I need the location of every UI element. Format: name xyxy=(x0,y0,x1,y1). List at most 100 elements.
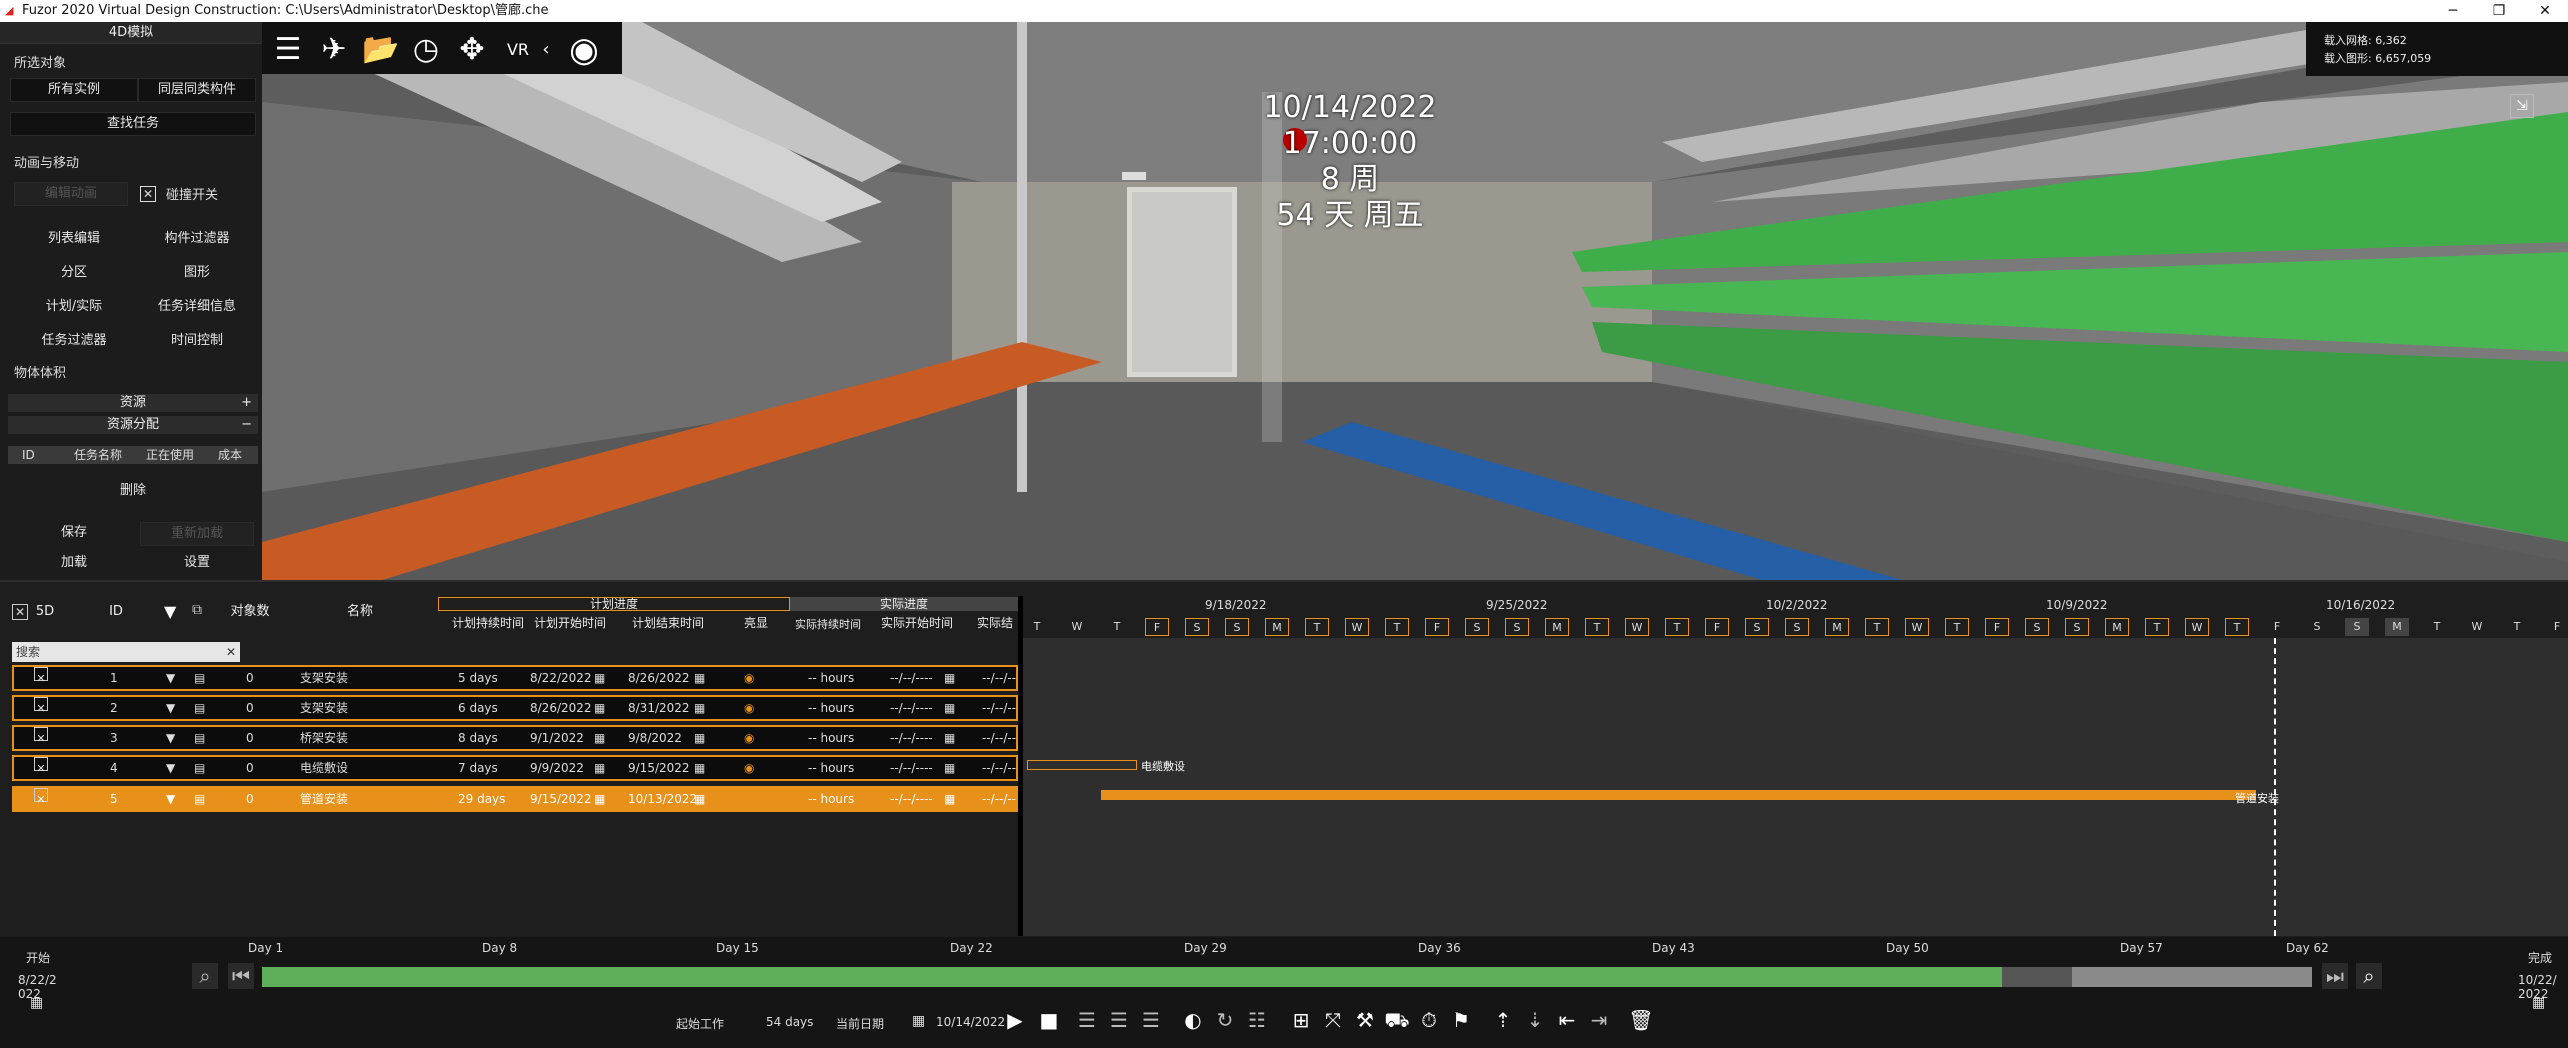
end-calendar-icon[interactable]: ▦ xyxy=(2532,995,2545,1011)
clear-search-icon[interactable]: ✕ xyxy=(226,642,236,662)
flag-icon[interactable]: ⚑ xyxy=(1448,1007,1474,1033)
collision-checkbox[interactable]: ✕ xyxy=(140,186,156,202)
reload-button[interactable]: 重新加载 xyxy=(140,522,254,546)
calendar-icon[interactable]: ▦ xyxy=(912,1013,925,1029)
calendar-icon[interactable]: ▦ xyxy=(944,697,955,719)
col-id[interactable]: ID xyxy=(96,598,136,626)
document-icon[interactable]: ▤ xyxy=(194,727,205,749)
eye-icon[interactable]: ◉ xyxy=(566,32,602,68)
add-task-icon[interactable]: ⊞ xyxy=(1288,1007,1314,1033)
task-checkbox[interactable]: ✕ xyxy=(34,788,48,806)
task-filter-button[interactable]: 任务过滤器 xyxy=(10,330,138,354)
calendar-icon[interactable]: ▦ xyxy=(694,697,705,719)
search-input[interactable]: 搜索 ✕ xyxy=(12,642,240,662)
task-checkbox[interactable]: ✕ xyxy=(34,727,48,745)
vr-icon[interactable]: VR xyxy=(500,32,536,68)
document-icon[interactable]: ▤ xyxy=(194,697,205,719)
remove-icon[interactable]: ⇥ xyxy=(1586,1007,1612,1033)
col-object-count[interactable]: 对象数 xyxy=(220,598,280,626)
col-plan-end[interactable]: 计划结束时间 xyxy=(618,614,718,631)
list-icon[interactable]: ☰ xyxy=(270,32,306,68)
same-layer-button[interactable]: 同层同类构件 xyxy=(138,78,256,102)
highlight-color-icon[interactable]: ◉ xyxy=(744,757,754,779)
splitter[interactable] xyxy=(1018,596,1023,936)
skip-start-icon[interactable]: ⏮ xyxy=(228,963,254,989)
calendar-icon[interactable]: ▦ xyxy=(594,757,605,779)
link-tasks-icon[interactable]: ⤧ xyxy=(1320,1007,1346,1033)
task-row[interactable]: ✕ 1 ▼ ▤ 0 支架安装 5 days 8/22/2022 ▦ 8/26/2022 ▦ ◉ -- h… xyxy=(12,665,1018,691)
load-button[interactable]: 加载 xyxy=(10,552,138,576)
calendar-icon[interactable]: ▦ xyxy=(694,757,705,779)
move-icon[interactable]: ✥ xyxy=(454,32,490,68)
indent-icon[interactable]: ☰ xyxy=(1074,1007,1100,1033)
filter-icon[interactable]: ▼ xyxy=(166,788,175,810)
timeline-track[interactable] xyxy=(262,967,2262,987)
filter-icon[interactable]: ▼ xyxy=(166,667,175,689)
zoom-in-icon[interactable]: ⌕ xyxy=(2356,963,2382,989)
filter-icon[interactable]: ▼ xyxy=(166,697,175,719)
all-instances-button[interactable]: 所有实例 xyxy=(10,78,138,102)
zoom-out-icon[interactable]: ⌕ xyxy=(192,963,218,989)
zones-button[interactable]: 分区 xyxy=(10,262,138,286)
task-row[interactable]: ✕ 2 ▼ ▤ 0 支架安装 6 days 8/26/2022 ▦ 8/31/2022 ▦ ◉ -- h… xyxy=(12,695,1018,721)
gantt-bar-task4[interactable] xyxy=(1027,760,1137,770)
task-checkbox[interactable]: ✕ xyxy=(34,667,48,685)
col-highlight[interactable]: 亮显 xyxy=(736,614,776,631)
move-up-icon[interactable]: ⇡ xyxy=(1490,1007,1516,1033)
col-actual-start[interactable]: 实际开始时间 xyxy=(872,614,962,631)
play-icon[interactable]: ▶ xyxy=(1002,1007,1028,1033)
truck-icon[interactable]: ⛟ xyxy=(1384,1007,1410,1033)
edit-animation-button[interactable]: 编辑动画 xyxy=(14,182,128,206)
trash-icon[interactable]: 🗑 xyxy=(1628,1007,1654,1033)
highlight-color-icon[interactable]: ◉ xyxy=(744,667,754,689)
insert-icon[interactable]: ⇤ xyxy=(1554,1007,1580,1033)
folder-icon[interactable]: 📂 xyxy=(362,32,399,68)
list-edit-button[interactable]: 列表编辑 xyxy=(10,228,138,252)
task-details-button[interactable]: 任务详细信息 xyxy=(138,296,256,320)
task-row[interactable]: ✕ 4 ▼ ▤ 0 电缆敷设 7 days 9/9/2022 ▦ 9/15/2022 ▦ ◉ -- ho… xyxy=(12,755,1018,781)
calendar-icon[interactable]: ▦ xyxy=(944,667,955,689)
outdent-icon[interactable]: ☰ xyxy=(1106,1007,1132,1033)
res-assign-header[interactable]: 资源分配 − xyxy=(8,416,258,434)
resources-header[interactable]: 资源 + xyxy=(8,394,258,412)
list-add-icon[interactable]: ☰ xyxy=(1138,1007,1164,1033)
calendar-icon[interactable]: ▦ xyxy=(694,727,705,749)
calendar-icon[interactable]: ▦ xyxy=(594,697,605,719)
document-icon[interactable]: ▤ xyxy=(194,788,205,810)
task-checkbox[interactable]: ✕ xyxy=(34,757,48,775)
save-button[interactable]: 保存 xyxy=(10,522,138,546)
calendar-icon[interactable]: ▦ xyxy=(944,788,955,810)
link-icon[interactable]: ⧉ xyxy=(192,602,202,618)
restore-view-icon[interactable]: ⇲ xyxy=(2510,94,2534,118)
gantt-close-checkbox[interactable]: ✕ xyxy=(12,604,28,620)
calendar-icon[interactable]: ▦ xyxy=(594,727,605,749)
col-actual-end[interactable]: 实际结 xyxy=(970,614,1020,631)
calendar-icon[interactable]: ▦ xyxy=(694,667,705,689)
move-down-icon[interactable]: ⇣ xyxy=(1522,1007,1548,1033)
start-calendar-icon[interactable]: ▦ xyxy=(30,995,43,1011)
palette-icon[interactable]: ◐ xyxy=(1180,1007,1206,1033)
calendar-icon[interactable]: ▦ xyxy=(944,757,955,779)
highlight-color-icon[interactable]: ◉ xyxy=(744,727,754,749)
delete-button[interactable]: 删除 xyxy=(10,480,256,504)
calendar-icon[interactable]: ▦ xyxy=(594,788,605,810)
time-control-button[interactable]: 时间控制 xyxy=(138,330,256,354)
collapse-minus-icon[interactable]: − xyxy=(241,416,252,434)
eye-toggle[interactable]: ◉ xyxy=(552,28,622,74)
list-detail-icon[interactable]: ☷ xyxy=(1244,1007,1270,1033)
component-filter-button[interactable]: 构件过滤器 xyxy=(138,228,256,252)
col-plan-start[interactable]: 计划开始时间 xyxy=(520,614,620,631)
filter-icon[interactable]: ▼ xyxy=(166,727,175,749)
col-actual-duration[interactable]: 实际持续时间 xyxy=(788,616,868,632)
document-icon[interactable]: ▤ xyxy=(194,667,205,689)
task-row[interactable]: ✕ 5 ▼ ▤ 0 管道安装 29 days 9/15/2022 ▦ 10/13/2022 ▦ ◉ --… xyxy=(12,786,1018,812)
timer-icon[interactable]: ⏱ xyxy=(1416,1007,1442,1033)
highlight-color-icon[interactable]: ◉ xyxy=(744,697,754,719)
col-name[interactable]: 名称 xyxy=(320,598,400,626)
mode-5d-label[interactable]: 5D xyxy=(30,598,60,626)
crane-icon[interactable]: ⚒ xyxy=(1352,1007,1378,1033)
document-icon[interactable]: ▤ xyxy=(194,757,205,779)
skip-end-icon[interactable]: ⏭ xyxy=(2322,963,2348,989)
refresh-icon[interactable]: ↻ xyxy=(1212,1007,1238,1033)
minimize-button[interactable]: ─ xyxy=(2430,0,2476,22)
